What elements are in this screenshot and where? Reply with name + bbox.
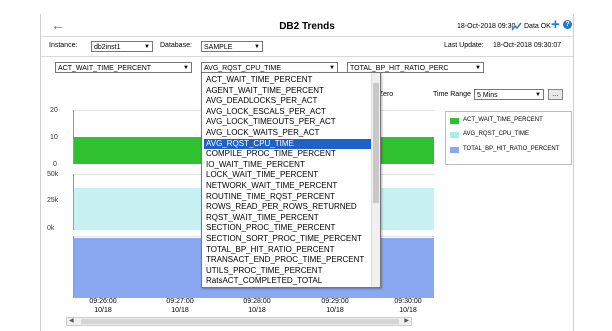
scroll-right-icon[interactable]: ▶ — [404, 317, 409, 324]
dropdown-item[interactable]: AVG_LOCK_ESCALS_PER_ACT — [204, 107, 372, 117]
x-axis-label: 09:29:00 10/18 — [315, 297, 355, 315]
legend-label: TOTAL_BP_HIT_RATIO_PERCENT — [463, 146, 560, 152]
database-select[interactable]: SAMPLE ▼ — [201, 41, 263, 52]
dropdown-item[interactable]: ROWS_READ_PER_ROWS_RETURNED — [204, 202, 372, 212]
metric3-value: TOTAL_BP_HIT_RATIO_PERC — [350, 65, 449, 72]
dropdown-item[interactable]: SECTION_SORT_PROC_TIME_PERCENT — [204, 234, 372, 244]
dropdown-item[interactable]: AVG_DEADLOCKS_PER_ACT — [204, 96, 372, 106]
database-label: Database: — [160, 42, 192, 49]
y-tick: 0 — [53, 161, 57, 168]
dropdown-item[interactable]: IO_WAIT_TIME_PERCENT — [204, 160, 372, 170]
y-tick: 10 — [50, 134, 58, 141]
x-axis-label: 09:27:00 10/18 — [160, 297, 200, 315]
db2-trends-panel: ← DB2 Trends 18-Oct-2018 09:30 Data OK +… — [40, 14, 574, 331]
last-update-label: Last Update: — [444, 42, 484, 49]
header-bar: ← DB2 Trends 18-Oct-2018 09:30 Data OK +… — [41, 14, 573, 36]
x-label-date: 10/18 — [326, 307, 344, 314]
dropdown-item[interactable]: AVG_RQST_CPU_TIME — [204, 138, 372, 149]
legend-swatch — [450, 132, 459, 138]
x-label-time: 09:26:00 — [89, 298, 117, 305]
y-tick: 50k — [47, 171, 59, 178]
chart-legend: ACT_WAIT_TIME_PERCENT AVG_RQST_CPU_TIME … — [445, 111, 572, 165]
dropdown-item[interactable]: RQST_WAIT_TIME_PERCENT — [204, 213, 372, 223]
x-axis-label: 09:30:00 10/18 — [388, 297, 428, 315]
dropdown-scrollbar[interactable] — [371, 73, 380, 287]
data-status-text: Data OK — [524, 23, 551, 30]
metric1-select[interactable]: ACT_WAIT_TIME_PERCENT ▼ — [55, 62, 192, 73]
x-axis-label: 09:28:00 10/18 — [237, 297, 277, 315]
dropdown-item[interactable]: ACT_WAIT_TIME_PERCENT — [204, 75, 372, 85]
x-label-time: 09:28:00 — [243, 298, 271, 305]
instance-label: Instance: — [49, 42, 78, 49]
help-icon[interactable]: ? — [563, 20, 572, 29]
x-label-date: 10/18 — [399, 307, 417, 314]
chevron-down-icon: ▼ — [183, 65, 189, 71]
legend-label: ACT_WAIT_TIME_PERCENT — [463, 117, 543, 123]
metric2-value: AVG_RQST_CPU_TIME — [204, 65, 281, 72]
time-range-select[interactable]: 5 Mins ▼ — [474, 89, 544, 100]
x-label-date: 10/18 — [171, 307, 189, 314]
last-update-value: 18-Oct-2018 09:30:07 — [493, 42, 562, 49]
legend-swatch — [450, 118, 459, 124]
scroll-left-icon[interactable]: ◀ — [69, 317, 74, 324]
instance-select[interactable]: db2inst1 ▼ — [91, 41, 153, 52]
more-options-button[interactable]: ... — [548, 89, 563, 100]
legend-swatch — [450, 147, 459, 153]
dropdown-item[interactable]: NETWORK_WAIT_TIME_PERCENT — [204, 181, 372, 191]
database-select-value: SAMPLE — [204, 44, 233, 51]
dropdown-item[interactable]: AVG_LOCK_TIMEOUTS_PER_ACT — [204, 117, 372, 127]
time-range-label: Time Range — [433, 91, 471, 98]
divider — [41, 56, 573, 57]
chart-horizontal-scrollbar[interactable]: ◀ ▶ — [66, 317, 412, 326]
y-tick: 20 — [50, 107, 58, 114]
dropdown-item[interactable]: ROUTINE_TIME_RQST_PERCENT — [204, 192, 372, 202]
y-tick: 0k — [47, 225, 55, 232]
x-label-time: 09:29:00 — [321, 298, 349, 305]
dropdown-item[interactable]: SECTION_PROC_TIME_PERCENT — [204, 223, 372, 233]
chevron-down-icon: ▼ — [475, 65, 481, 71]
divider — [41, 36, 573, 37]
dropdown-item[interactable]: COMPILE_PROC_TIME_PERCENT — [204, 149, 372, 159]
metric2-dropdown-list[interactable]: ACT_WAIT_TIME_PERCENT AGENT_WAIT_TIME_PER… — [201, 72, 381, 288]
x-label-time: 09:30:00 — [394, 298, 422, 305]
x-axis-label: 09:26:00 10/18 — [83, 297, 123, 315]
dropdown-item[interactable]: AGENT_WAIT_TIME_PERCENT — [204, 86, 372, 96]
metric1-value: ACT_WAIT_TIME_PERCENT — [58, 65, 152, 72]
dropdown-item[interactable]: TRANSACT_END_PROC_TIME_PERCENT — [204, 255, 372, 265]
y-tick: 25k — [47, 197, 59, 204]
x-label-time: 09:27:00 — [166, 298, 194, 305]
scrollbar-thumb[interactable] — [81, 319, 399, 324]
dropdown-item[interactable]: LOCK_WAIT_TIME_PERCENT — [204, 170, 372, 180]
legend-label: AVG_RQST_CPU_TIME — [463, 131, 529, 137]
data-status-icon — [511, 22, 522, 31]
dropdown-scrollbar-thumb[interactable] — [373, 83, 379, 203]
dropdown-item[interactable]: AVG_LOCK_WAITS_PER_ACT — [204, 128, 372, 138]
time-range-value: 5 Mins — [477, 92, 498, 99]
chevron-down-icon: ▼ — [144, 44, 150, 50]
chevron-down-icon: ▼ — [254, 44, 260, 50]
dropdown-item[interactable]: UTILS_PROC_TIME_PERCENT — [204, 266, 372, 276]
dropdown-item[interactable]: RatsACT_COMPLETED_TOTAL — [204, 276, 372, 286]
x-label-date: 10/18 — [94, 307, 112, 314]
add-icon[interactable]: + — [551, 17, 560, 32]
dropdown-item[interactable]: TOTAL_BP_HIT_RATIO_PERCENT — [204, 245, 372, 255]
x-label-date: 10/18 — [248, 307, 266, 314]
header-date: 18-Oct-2018 09:30 — [457, 23, 516, 30]
instance-select-value: db2inst1 — [94, 44, 121, 51]
chevron-down-icon: ▼ — [535, 92, 541, 98]
